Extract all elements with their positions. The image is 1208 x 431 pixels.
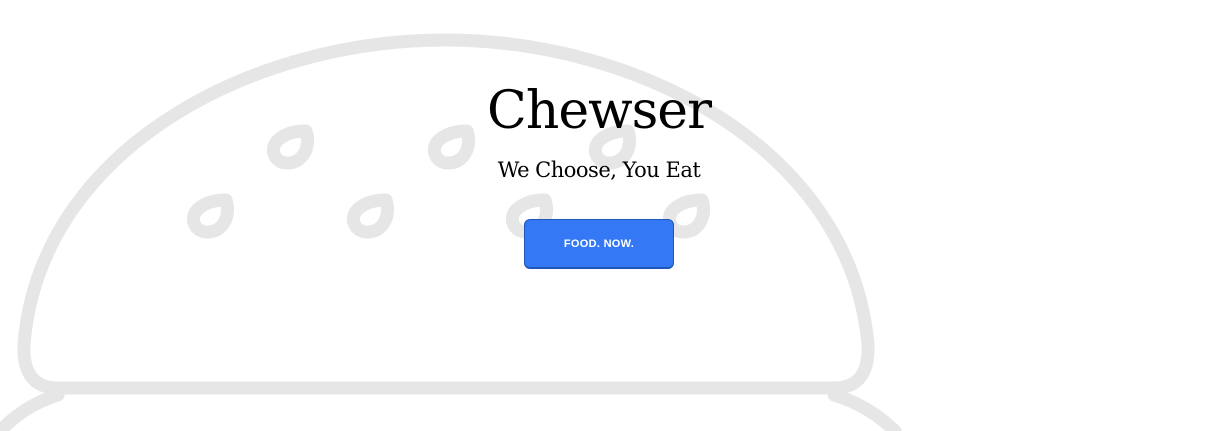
landing-page: Chewser We Choose, You Eat FOOD. NOW. [0,0,1208,431]
hero-section: Chewser We Choose, You Eat FOOD. NOW. [0,0,1208,431]
app-title: Chewser [487,81,712,141]
food-now-button[interactable]: FOOD. NOW. [524,219,674,269]
app-tagline: We Choose, You Eat [497,158,701,182]
